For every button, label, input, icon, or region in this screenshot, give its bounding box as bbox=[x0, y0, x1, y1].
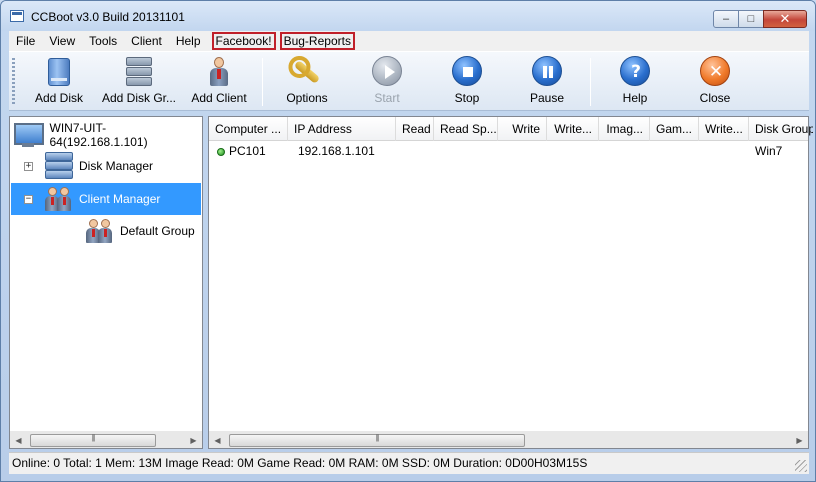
column-header-write-2[interactable]: Write... bbox=[699, 117, 749, 141]
tree-root-server[interactable]: WIN7-UIT-64(192.168.1.101) bbox=[12, 121, 202, 149]
title-bar[interactable]: CCBoot v3.0 Build 20131101 – □ ✕ bbox=[1, 1, 815, 31]
wrench-icon bbox=[290, 56, 324, 88]
pause-button[interactable]: Pause bbox=[521, 56, 573, 108]
help-label: Help bbox=[622, 91, 648, 105]
close-window-button[interactable]: ✕ bbox=[763, 10, 807, 28]
stop-label: Stop bbox=[454, 91, 480, 105]
disk-manager-icon bbox=[45, 152, 73, 180]
group-icon bbox=[86, 217, 114, 245]
collapse-icon[interactable]: − bbox=[24, 194, 33, 204]
column-header-write[interactable]: Write bbox=[498, 117, 547, 141]
app-window: CCBoot v3.0 Build 20131101 – □ ✕ File Vi… bbox=[0, 0, 816, 482]
column-header-computer[interactable]: Computer ... bbox=[209, 117, 288, 141]
table-row[interactable]: PC101 192.168.1.101 Win7 bbox=[209, 142, 808, 160]
help-button[interactable]: ? Help bbox=[609, 56, 661, 108]
tree-root-label: WIN7-UIT-64(192.168.1.101) bbox=[49, 121, 148, 149]
column-header-disk-group[interactable]: Disk Group bbox=[749, 117, 813, 141]
menu-bug-reports[interactable]: Bug-Reports bbox=[279, 32, 355, 50]
pause-icon bbox=[530, 56, 564, 88]
column-header-image[interactable]: Imag... bbox=[599, 117, 650, 141]
disk-icon bbox=[42, 56, 76, 88]
status-text: Online: 0 Total: 1 Mem: 13M Image Read: … bbox=[12, 456, 588, 470]
add-disk-button[interactable]: Add Disk bbox=[33, 56, 85, 108]
app-icon bbox=[10, 10, 24, 22]
column-header-write-speed[interactable]: Write... bbox=[547, 117, 599, 141]
add-client-label: Add Client bbox=[191, 91, 247, 105]
client-icon bbox=[202, 56, 236, 88]
menu-bar: File View Tools Client Help Facebook! Bu… bbox=[9, 31, 809, 51]
server-tree: WIN7-UIT-64(192.168.1.101) + Disk Manage… bbox=[9, 116, 203, 449]
window-controls: – □ ✕ bbox=[713, 10, 807, 28]
expand-icon[interactable]: + bbox=[24, 161, 33, 171]
column-header-game[interactable]: Gam... bbox=[650, 117, 699, 141]
close-label: Close bbox=[699, 91, 731, 105]
options-button[interactable]: Options bbox=[281, 56, 333, 108]
client-list: Computer ... IP Address Read Read Sp... … bbox=[208, 116, 813, 449]
tree-item-disk-manager[interactable]: + Disk Manager bbox=[24, 150, 153, 182]
add-disk-label: Add Disk bbox=[34, 91, 84, 105]
list-horizontal-scrollbar[interactable]: ◀ ▶ bbox=[209, 431, 808, 448]
list-header: Computer ... IP Address Read Read Sp... … bbox=[209, 117, 813, 141]
close-button[interactable]: ✕ Close bbox=[689, 56, 741, 108]
add-disk-group-label: Add Disk Gr... bbox=[101, 91, 177, 105]
column-header-read[interactable]: Read bbox=[396, 117, 434, 141]
window-title: CCBoot v3.0 Build 20131101 bbox=[31, 10, 185, 24]
toolbar-grip[interactable] bbox=[12, 58, 15, 106]
minimize-button[interactable]: – bbox=[713, 10, 739, 28]
options-label: Options bbox=[286, 91, 328, 105]
cell-computer: PC101 bbox=[211, 142, 272, 160]
column-header-read-speed[interactable]: Read Sp... bbox=[434, 117, 498, 141]
disk-group-icon bbox=[122, 56, 156, 88]
status-bar: Online: 0 Total: 1 Mem: 13M Image Read: … bbox=[9, 452, 809, 474]
menu-tools[interactable]: Tools bbox=[82, 32, 124, 50]
cell-ip: 192.168.1.101 bbox=[298, 144, 375, 158]
tree-item-client-manager[interactable]: − Client Manager bbox=[11, 183, 201, 215]
help-icon: ? bbox=[618, 56, 652, 88]
resize-grip[interactable] bbox=[795, 460, 807, 472]
maximize-button[interactable]: □ bbox=[738, 10, 764, 28]
tree-item-label: Default Group bbox=[120, 224, 195, 238]
stop-icon bbox=[450, 56, 484, 88]
scroll-right-icon[interactable]: ▶ bbox=[185, 432, 202, 449]
computer-icon bbox=[12, 121, 46, 149]
menu-help[interactable]: Help bbox=[169, 32, 208, 50]
clients-icon bbox=[45, 185, 73, 213]
scroll-right-icon[interactable]: ▶ bbox=[791, 432, 808, 449]
scroll-thumb[interactable] bbox=[30, 433, 156, 447]
tree-horizontal-scrollbar[interactable]: ◀ ▶ bbox=[10, 431, 202, 448]
play-icon bbox=[370, 56, 404, 88]
cell-disk-group: Win7 bbox=[755, 144, 783, 158]
toolbar-separator bbox=[262, 58, 263, 106]
scroll-thumb[interactable] bbox=[229, 433, 525, 447]
tree-item-default-group[interactable]: Default Group bbox=[86, 215, 195, 247]
start-label: Start bbox=[374, 91, 400, 105]
column-header-ip[interactable]: IP Address bbox=[288, 117, 396, 141]
menu-file[interactable]: File bbox=[9, 32, 42, 50]
scroll-left-icon[interactable]: ◀ bbox=[10, 432, 27, 449]
pause-label: Pause bbox=[529, 91, 565, 105]
tree-item-label: Disk Manager bbox=[79, 159, 154, 173]
menu-facebook[interactable]: Facebook! bbox=[211, 32, 276, 50]
close-icon: ✕ bbox=[698, 56, 732, 88]
add-client-button[interactable]: Add Client bbox=[189, 56, 249, 108]
menu-client[interactable]: Client bbox=[124, 32, 169, 50]
scroll-left-icon[interactable]: ◀ bbox=[209, 432, 226, 449]
toolbar: Add Disk Add Disk Gr... Add Client Optio… bbox=[9, 51, 809, 111]
menu-view[interactable]: View bbox=[42, 32, 82, 50]
stop-button[interactable]: Stop bbox=[441, 56, 493, 108]
tree-item-label: Client Manager bbox=[79, 192, 161, 206]
start-button[interactable]: Start bbox=[361, 56, 413, 108]
add-disk-group-button[interactable]: Add Disk Gr... bbox=[101, 56, 177, 108]
online-status-icon bbox=[217, 148, 225, 156]
toolbar-separator bbox=[590, 58, 591, 106]
